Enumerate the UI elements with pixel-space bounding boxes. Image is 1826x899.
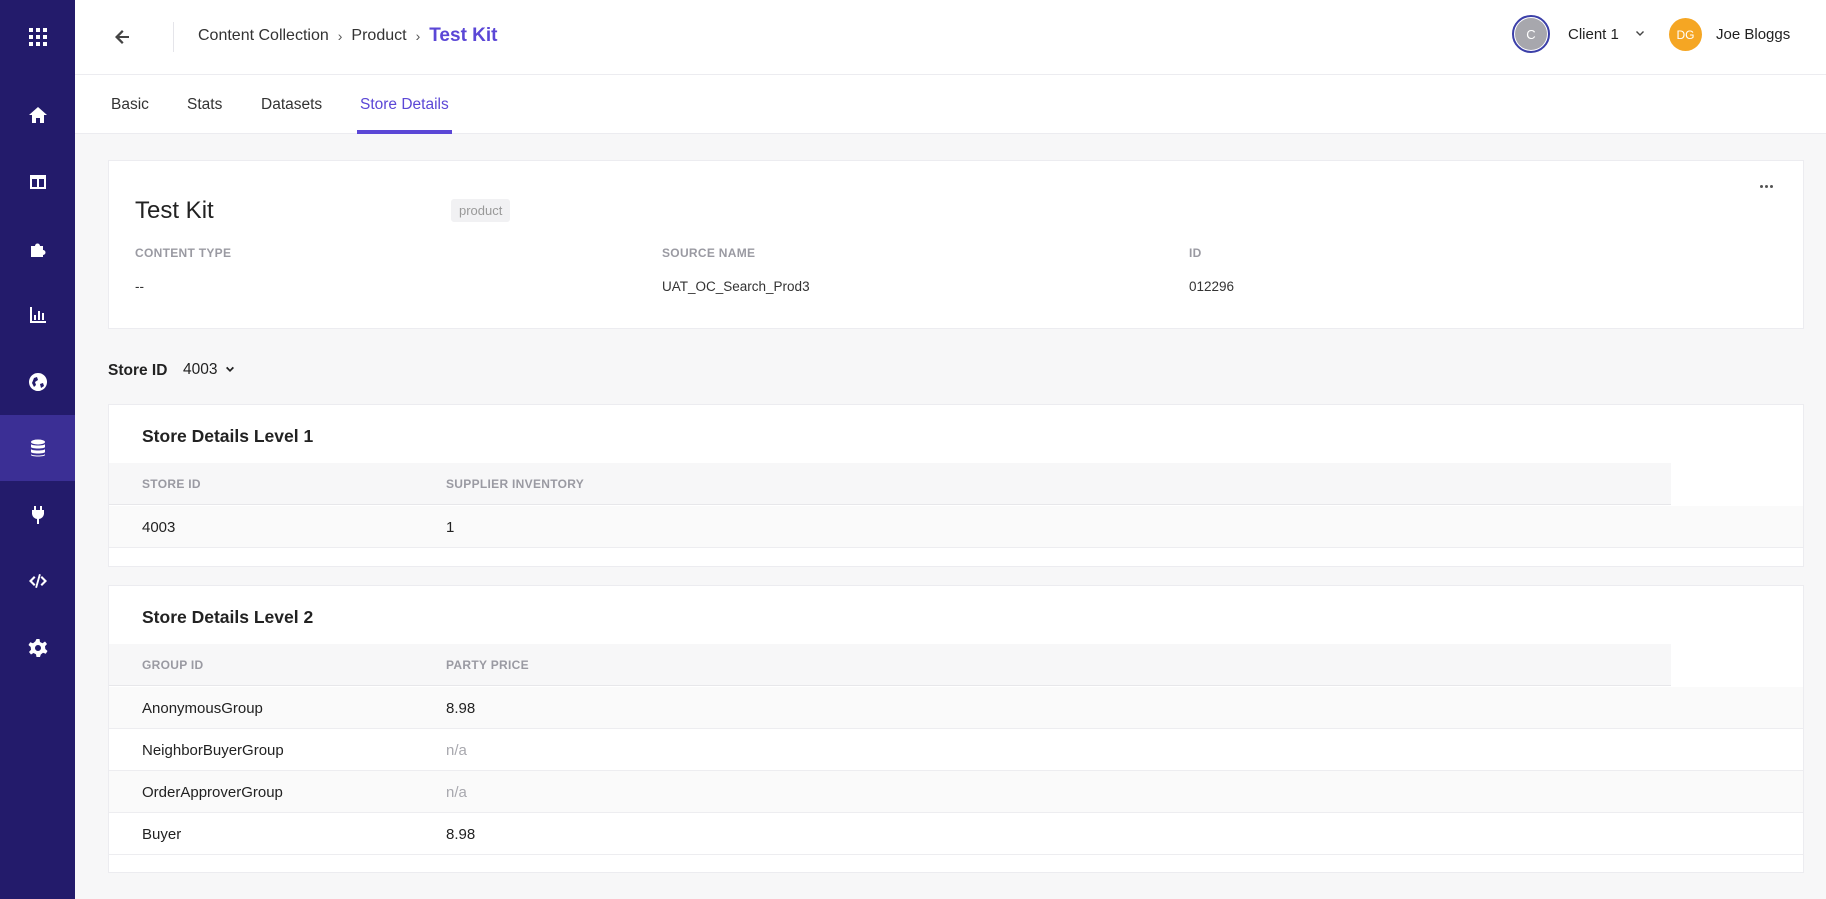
- header-divider: [173, 22, 174, 52]
- tab-bar: Basic Stats Datasets Store Details: [75, 75, 1826, 134]
- table-cell: OrderApproverGroup: [142, 784, 283, 801]
- chevron-down-icon: [226, 366, 235, 372]
- more-options-icon[interactable]: [1757, 181, 1775, 191]
- breadcrumb: Content Collection › Product › Test Kit: [198, 25, 498, 47]
- tab-basic[interactable]: Basic: [108, 75, 152, 134]
- client-avatar[interactable]: C: [1512, 15, 1550, 53]
- layout-icon[interactable]: [0, 149, 75, 215]
- breadcrumb-separator-icon: ›: [337, 28, 343, 44]
- bar-chart-icon[interactable]: [0, 282, 75, 348]
- content-type-value: --: [135, 279, 144, 294]
- table-cell: 8.98: [446, 826, 476, 843]
- store-details-level-1-card: Store Details Level 1 STORE ID SUPPLIER …: [108, 404, 1804, 567]
- store-id-label: Store ID: [108, 362, 168, 379]
- tab-stats[interactable]: Stats: [184, 75, 225, 134]
- table-cell: Buyer: [142, 826, 182, 843]
- column-header: GROUP ID: [142, 658, 204, 672]
- globe-icon[interactable]: [0, 349, 75, 415]
- store-id-value: 4003: [183, 361, 218, 378]
- client-name[interactable]: Client 1: [1568, 26, 1619, 43]
- product-title: Test Kit: [135, 197, 214, 224]
- table-row: OrderApproverGroup n/a: [109, 771, 1803, 813]
- store-id-select[interactable]: 4003: [183, 361, 235, 379]
- content-type-label: CONTENT TYPE: [135, 246, 232, 260]
- code-icon[interactable]: [0, 548, 75, 614]
- puzzle-icon[interactable]: [0, 216, 75, 282]
- table-row: NeighborBuyerGroup n/a: [109, 729, 1803, 771]
- table-cell: AnonymousGroup: [142, 700, 263, 717]
- column-header: PARTY PRICE: [446, 658, 529, 672]
- top-header: Content Collection › Product › Test Kit …: [75, 0, 1826, 75]
- level-2-title: Store Details Level 2: [142, 607, 314, 627]
- level-1-title: Store Details Level 1: [142, 426, 314, 446]
- id-label: ID: [1189, 246, 1202, 260]
- user-name[interactable]: Joe Bloggs: [1716, 26, 1790, 43]
- database-icon[interactable]: [0, 415, 75, 481]
- product-type-badge: product: [451, 199, 511, 222]
- sidebar: [0, 0, 75, 899]
- tab-store-details[interactable]: Store Details: [357, 75, 452, 134]
- table-cell: 4003: [142, 519, 176, 536]
- product-summary-card: Test Kit product CONTENT TYPE -- SOURCE …: [108, 160, 1804, 329]
- column-header: SUPPLIER INVENTORY: [446, 477, 585, 491]
- client-initial: C: [1515, 18, 1547, 50]
- source-name-value: UAT_OC_Search_Prod3: [662, 279, 810, 294]
- id-value: 012296: [1189, 279, 1235, 294]
- table-cell: 1: [446, 519, 455, 536]
- table-header: STORE ID SUPPLIER INVENTORY: [109, 463, 1671, 505]
- store-details-level-2-card: Store Details Level 2 GROUP ID PARTY PRI…: [108, 585, 1804, 873]
- table-cell: n/a: [446, 784, 467, 801]
- table-cell: NeighborBuyerGroup: [142, 742, 284, 759]
- chevron-down-icon[interactable]: [1635, 29, 1645, 39]
- plug-icon[interactable]: [0, 482, 75, 548]
- tab-datasets[interactable]: Datasets: [258, 75, 325, 134]
- table-header: GROUP ID PARTY PRICE: [109, 644, 1671, 686]
- source-name-label: SOURCE NAME: [662, 246, 756, 260]
- breadcrumb-current: Test Kit: [429, 25, 498, 46]
- table-cell: n/a: [446, 742, 467, 759]
- column-header: STORE ID: [142, 477, 201, 491]
- breadcrumb-product[interactable]: Product: [351, 27, 406, 45]
- gear-icon[interactable]: [0, 615, 75, 681]
- table-row: 4003 1: [109, 506, 1803, 548]
- home-icon[interactable]: [0, 82, 75, 148]
- breadcrumb-separator-icon: ›: [415, 28, 421, 44]
- table-cell: 8.98: [446, 700, 476, 717]
- apps-grid-icon[interactable]: [0, 4, 75, 70]
- table-row: Buyer 8.98: [109, 813, 1803, 855]
- back-arrow-icon[interactable]: [111, 26, 133, 48]
- breadcrumb-content-collection[interactable]: Content Collection: [198, 27, 329, 45]
- user-avatar[interactable]: DG: [1669, 18, 1702, 51]
- table-row: AnonymousGroup 8.98: [109, 687, 1803, 729]
